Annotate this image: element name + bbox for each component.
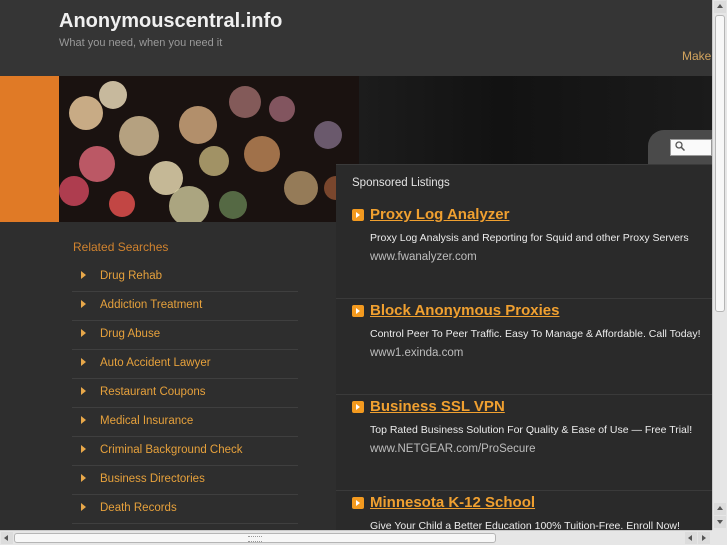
related-item[interactable]: Drug Rehab: [72, 263, 298, 292]
arrow-up-icon: [717, 506, 723, 510]
arrow-right-icon: [702, 535, 706, 541]
listing-title-link[interactable]: Proxy Log Analyzer: [370, 206, 509, 223]
arrow-right-icon: [81, 300, 86, 308]
arrow-down-icon: [717, 520, 723, 524]
related-searches-panel: Related Searches Drug Rehab Addiction Tr…: [59, 222, 336, 530]
related-item-label[interactable]: Drug Abuse: [100, 328, 160, 340]
related-item-label[interactable]: Drug Rehab: [100, 270, 162, 282]
arrow-right-icon: [81, 503, 86, 511]
related-item[interactable]: Auto Accident Lawyer: [72, 350, 298, 379]
sponsored-listings-title: Sponsored Listings: [352, 177, 450, 189]
arrow-left-icon: [4, 535, 8, 541]
related-item-label[interactable]: Death Records: [100, 502, 177, 514]
grip-icon: [248, 536, 262, 542]
sponsored-listing: Block Anonymous Proxies Control Peer To …: [336, 298, 712, 395]
related-item-label[interactable]: Auto Accident Lawyer: [100, 357, 211, 369]
arrow-right-icon: [81, 329, 86, 337]
vertical-scrollbar[interactable]: [712, 0, 727, 530]
listing-url[interactable]: www.NETGEAR.com/ProSecure: [370, 443, 536, 455]
related-searches-title: Related Searches: [73, 240, 169, 254]
arrow-up-icon: [717, 4, 723, 8]
arrow-right-icon: [81, 445, 86, 453]
related-item-label[interactable]: Restaurant Coupons: [100, 386, 205, 398]
related-item-label[interactable]: Criminal Background Check: [100, 444, 243, 456]
scroll-up-button[interactable]: [714, 1, 726, 13]
related-item[interactable]: Business Directories: [72, 466, 298, 495]
sponsored-listing: Minnesota K-12 School Give Your Child a …: [336, 490, 712, 531]
arrow-right-icon: [81, 474, 86, 482]
listing-arrow-icon: [352, 401, 364, 413]
listing-description: Top Rated Business Solution For Quality …: [370, 424, 693, 436]
scroll-right-button[interactable]: [698, 532, 710, 544]
listing-url[interactable]: www1.exinda.com: [370, 347, 463, 359]
site-title[interactable]: Anonymouscentral.info: [59, 10, 282, 33]
horizontal-scroll-thumb[interactable]: [14, 533, 496, 543]
search-icon: [675, 141, 685, 151]
listing-arrow-icon: [352, 209, 364, 221]
scrollbar-corner: [712, 530, 727, 545]
related-item-label[interactable]: Medical Insurance: [100, 415, 193, 427]
vertical-scroll-thumb[interactable]: [715, 15, 725, 312]
sponsored-listing: Proxy Log Analyzer Proxy Log Analysis an…: [336, 202, 712, 299]
make-link[interactable]: Make: [682, 49, 711, 63]
related-item[interactable]: Criminal Background Check: [72, 437, 298, 466]
related-item[interactable]: Medical Insurance: [72, 408, 298, 437]
arrow-left-icon: [688, 535, 692, 541]
related-searches-list: Drug Rehab Addiction Treatment Drug Abus…: [72, 263, 298, 524]
orange-accent-strip: [0, 76, 59, 222]
related-item[interactable]: Restaurant Coupons: [72, 379, 298, 408]
listing-description: Proxy Log Analysis and Reporting for Squ…: [370, 232, 689, 244]
arrow-right-icon: [81, 416, 86, 424]
bokeh-lights-image: [59, 76, 359, 222]
listing-arrow-icon: [352, 497, 364, 509]
arrow-right-icon: [81, 358, 86, 366]
related-item[interactable]: Addiction Treatment: [72, 292, 298, 321]
site-header: Anonymouscentral.info What you need, whe…: [0, 0, 712, 76]
listing-arrow-icon: [352, 305, 364, 317]
listing-title-link[interactable]: Minnesota K-12 School: [370, 494, 535, 511]
listing-url[interactable]: www.fwanalyzer.com: [370, 251, 477, 263]
site-tagline: What you need, when you need it: [59, 37, 223, 49]
related-item-label[interactable]: Addiction Treatment: [100, 299, 202, 311]
arrow-right-icon: [81, 387, 86, 395]
sponsored-listing: Business SSL VPN Top Rated Business Solu…: [336, 394, 712, 491]
sponsored-listings-panel: Sponsored Listings Proxy Log Analyzer Pr…: [336, 164, 712, 531]
scroll-left-button-right[interactable]: [685, 532, 697, 544]
scroll-down-button[interactable]: [714, 516, 726, 528]
related-item-label[interactable]: Business Directories: [100, 473, 205, 485]
related-item[interactable]: Drug Abuse: [72, 321, 298, 350]
listing-title-link[interactable]: Business SSL VPN: [370, 398, 505, 415]
horizontal-scrollbar[interactable]: [0, 530, 712, 545]
scroll-left-button[interactable]: [1, 532, 13, 544]
scroll-up-button-lower[interactable]: [714, 503, 726, 515]
related-item[interactable]: Death Records: [72, 495, 298, 524]
arrow-right-icon: [81, 271, 86, 279]
listing-title-link[interactable]: Block Anonymous Proxies: [370, 302, 560, 319]
listing-description: Control Peer To Peer Traffic. Easy To Ma…: [370, 328, 701, 340]
